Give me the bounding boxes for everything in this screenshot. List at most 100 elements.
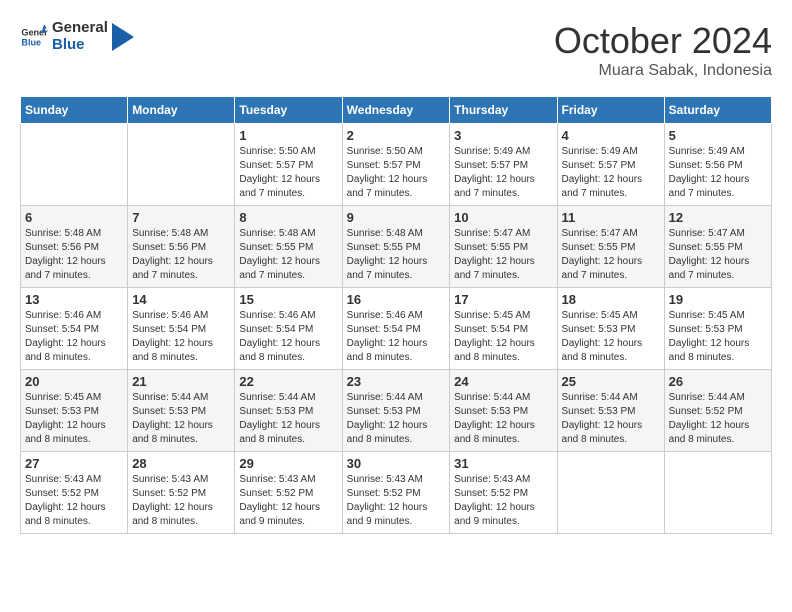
weekday-header-cell: Wednesday	[342, 97, 450, 124]
calendar-cell	[128, 124, 235, 206]
calendar-cell: 5 Sunrise: 5:49 AM Sunset: 5:56 PM Daylig…	[664, 124, 771, 206]
day-number: 14	[132, 292, 230, 307]
logo-general: General	[52, 20, 108, 37]
calendar-cell: 15 Sunrise: 5:46 AM Sunset: 5:54 PM Dayli…	[235, 288, 342, 370]
day-info: Sunrise: 5:43 AM Sunset: 5:52 PM Dayligh…	[132, 473, 230, 529]
calendar-cell: 19Sunrise: 5:45 AM Sunset: 5:53 PM Dayli…	[664, 288, 771, 370]
title-block: October 2024 Muara Sabak, Indonesia	[554, 20, 772, 80]
calendar-cell: 1 Sunrise: 5:50 AM Sunset: 5:57 PM Daylig…	[235, 124, 342, 206]
page-header: General Blue General Blue October 2024 M…	[20, 20, 772, 80]
calendar-cell: 6 Sunrise: 5:48 AM Sunset: 5:56 PM Daylig…	[21, 206, 128, 288]
calendar-cell: 9Sunrise: 5:48 AM Sunset: 5:55 PM Daylig…	[342, 206, 450, 288]
day-number: 6	[25, 210, 123, 225]
day-info: Sunrise: 5:43 AM Sunset: 5:52 PM Dayligh…	[239, 473, 337, 529]
calendar-cell: 8Sunrise: 5:48 AM Sunset: 5:55 PM Daylig…	[235, 206, 342, 288]
day-info: Sunrise: 5:45 AM Sunset: 5:54 PM Dayligh…	[454, 309, 552, 365]
day-info: Sunrise: 5:43 AM Sunset: 5:52 PM Dayligh…	[347, 473, 446, 529]
day-info: Sunrise: 5:46 AM Sunset: 5:54 PM Dayligh…	[239, 309, 337, 365]
day-info: Sunrise: 5:45 AM Sunset: 5:53 PM Dayligh…	[562, 309, 660, 365]
calendar-cell: 31 Sunrise: 5:43 AM Sunset: 5:52 PM Dayli…	[450, 452, 557, 534]
calendar-table: SundayMondayTuesdayWednesdayThursdayFrid…	[20, 96, 772, 534]
weekday-header-cell: Sunday	[21, 97, 128, 124]
calendar-cell: 29 Sunrise: 5:43 AM Sunset: 5:52 PM Dayli…	[235, 452, 342, 534]
day-number: 28	[132, 456, 230, 471]
day-info: Sunrise: 5:44 AM Sunset: 5:53 PM Dayligh…	[239, 391, 337, 447]
day-info: Sunrise: 5:43 AM Sunset: 5:52 PM Dayligh…	[454, 473, 552, 529]
day-number: 31	[454, 456, 552, 471]
day-number: 20	[25, 374, 123, 389]
day-info: Sunrise: 5:49 AM Sunset: 5:57 PM Dayligh…	[562, 145, 660, 201]
day-info: Sunrise: 5:48 AM Sunset: 5:56 PM Dayligh…	[25, 227, 123, 283]
calendar-cell: 26 Sunrise: 5:44 AM Sunset: 5:52 PM Dayli…	[664, 370, 771, 452]
calendar-cell	[557, 452, 664, 534]
logo-icon: General Blue	[20, 23, 48, 51]
weekday-header-cell: Tuesday	[235, 97, 342, 124]
calendar-cell: 10Sunrise: 5:47 AM Sunset: 5:55 PM Dayli…	[450, 206, 557, 288]
calendar-cell: 11 Sunrise: 5:47 AM Sunset: 5:55 PM Dayli…	[557, 206, 664, 288]
calendar-cell: 17Sunrise: 5:45 AM Sunset: 5:54 PM Dayli…	[450, 288, 557, 370]
svg-text:Blue: Blue	[21, 37, 41, 47]
day-number: 23	[347, 374, 446, 389]
weekday-header-cell: Friday	[557, 97, 664, 124]
day-info: Sunrise: 5:49 AM Sunset: 5:56 PM Dayligh…	[669, 145, 767, 201]
day-number: 11	[562, 210, 660, 225]
day-number: 24	[454, 374, 552, 389]
calendar-cell: 7Sunrise: 5:48 AM Sunset: 5:56 PM Daylig…	[128, 206, 235, 288]
calendar-cell: 18 Sunrise: 5:45 AM Sunset: 5:53 PM Dayli…	[557, 288, 664, 370]
day-info: Sunrise: 5:49 AM Sunset: 5:57 PM Dayligh…	[454, 145, 552, 201]
day-number: 4	[562, 128, 660, 143]
weekday-header-cell: Saturday	[664, 97, 771, 124]
calendar-cell	[21, 124, 128, 206]
calendar-cell: 22Sunrise: 5:44 AM Sunset: 5:53 PM Dayli…	[235, 370, 342, 452]
day-number: 16	[347, 292, 446, 307]
day-info: Sunrise: 5:50 AM Sunset: 5:57 PM Dayligh…	[239, 145, 337, 201]
day-number: 27	[25, 456, 123, 471]
calendar-cell: 21Sunrise: 5:44 AM Sunset: 5:53 PM Dayli…	[128, 370, 235, 452]
calendar-cell: 13Sunrise: 5:46 AM Sunset: 5:54 PM Dayli…	[21, 288, 128, 370]
day-number: 21	[132, 374, 230, 389]
logo-blue: Blue	[52, 37, 108, 54]
day-info: Sunrise: 5:50 AM Sunset: 5:57 PM Dayligh…	[347, 145, 446, 201]
day-number: 12	[669, 210, 767, 225]
day-info: Sunrise: 5:44 AM Sunset: 5:53 PM Dayligh…	[562, 391, 660, 447]
day-number: 26	[669, 374, 767, 389]
calendar-week-row: 1 Sunrise: 5:50 AM Sunset: 5:57 PM Daylig…	[21, 124, 772, 206]
day-info: Sunrise: 5:46 AM Sunset: 5:54 PM Dayligh…	[132, 309, 230, 365]
day-info: Sunrise: 5:44 AM Sunset: 5:52 PM Dayligh…	[669, 391, 767, 447]
calendar-week-row: 20Sunrise: 5:45 AM Sunset: 5:53 PM Dayli…	[21, 370, 772, 452]
day-number: 1	[239, 128, 337, 143]
day-number: 9	[347, 210, 446, 225]
day-info: Sunrise: 5:46 AM Sunset: 5:54 PM Dayligh…	[347, 309, 446, 365]
calendar-cell: 20Sunrise: 5:45 AM Sunset: 5:53 PM Dayli…	[21, 370, 128, 452]
calendar-cell: 12 Sunrise: 5:47 AM Sunset: 5:55 PM Dayli…	[664, 206, 771, 288]
calendar-cell: 23 Sunrise: 5:44 AM Sunset: 5:53 PM Dayli…	[342, 370, 450, 452]
day-number: 3	[454, 128, 552, 143]
calendar-week-row: 13 Sunrise: 5:46 AM Sunset: 5:54 PM Dayli…	[21, 288, 772, 370]
calendar-cell: 28 Sunrise: 5:43 AM Sunset: 5:52 PM Dayli…	[128, 452, 235, 534]
calendar-cell: 2Sunrise: 5:50 AM Sunset: 5:57 PM Daylig…	[342, 124, 450, 206]
day-number: 13	[25, 292, 123, 307]
calendar-body: 1 Sunrise: 5:50 AM Sunset: 5:57 PM Daylig…	[21, 124, 772, 534]
calendar-cell: 27 Sunrise: 5:43 AM Sunset: 5:52 PM Dayli…	[21, 452, 128, 534]
day-number: 30	[347, 456, 446, 471]
day-number: 29	[239, 456, 337, 471]
weekday-header-cell: Thursday	[450, 97, 557, 124]
day-number: 5	[669, 128, 767, 143]
day-number: 7	[132, 210, 230, 225]
day-number: 18	[562, 292, 660, 307]
day-number: 25	[562, 374, 660, 389]
calendar-week-row: 27 Sunrise: 5:43 AM Sunset: 5:52 PM Dayli…	[21, 452, 772, 534]
weekday-header-cell: Monday	[128, 97, 235, 124]
day-info: Sunrise: 5:43 AM Sunset: 5:52 PM Dayligh…	[25, 473, 123, 529]
day-info: Sunrise: 5:47 AM Sunset: 5:55 PM Dayligh…	[562, 227, 660, 283]
calendar-week-row: 6 Sunrise: 5:48 AM Sunset: 5:56 PM Daylig…	[21, 206, 772, 288]
day-info: Sunrise: 5:44 AM Sunset: 5:53 PM Dayligh…	[347, 391, 446, 447]
calendar-cell: 24 Sunrise: 5:44 AM Sunset: 5:53 PM Dayli…	[450, 370, 557, 452]
day-info: Sunrise: 5:44 AM Sunset: 5:53 PM Dayligh…	[454, 391, 552, 447]
day-info: Sunrise: 5:47 AM Sunset: 5:55 PM Dayligh…	[669, 227, 767, 283]
day-number: 15	[239, 292, 337, 307]
logo-arrow-icon	[112, 23, 134, 51]
calendar-cell	[664, 452, 771, 534]
day-info: Sunrise: 5:45 AM Sunset: 5:53 PM Dayligh…	[669, 309, 767, 365]
calendar-cell: 3 Sunrise: 5:49 AM Sunset: 5:57 PM Daylig…	[450, 124, 557, 206]
